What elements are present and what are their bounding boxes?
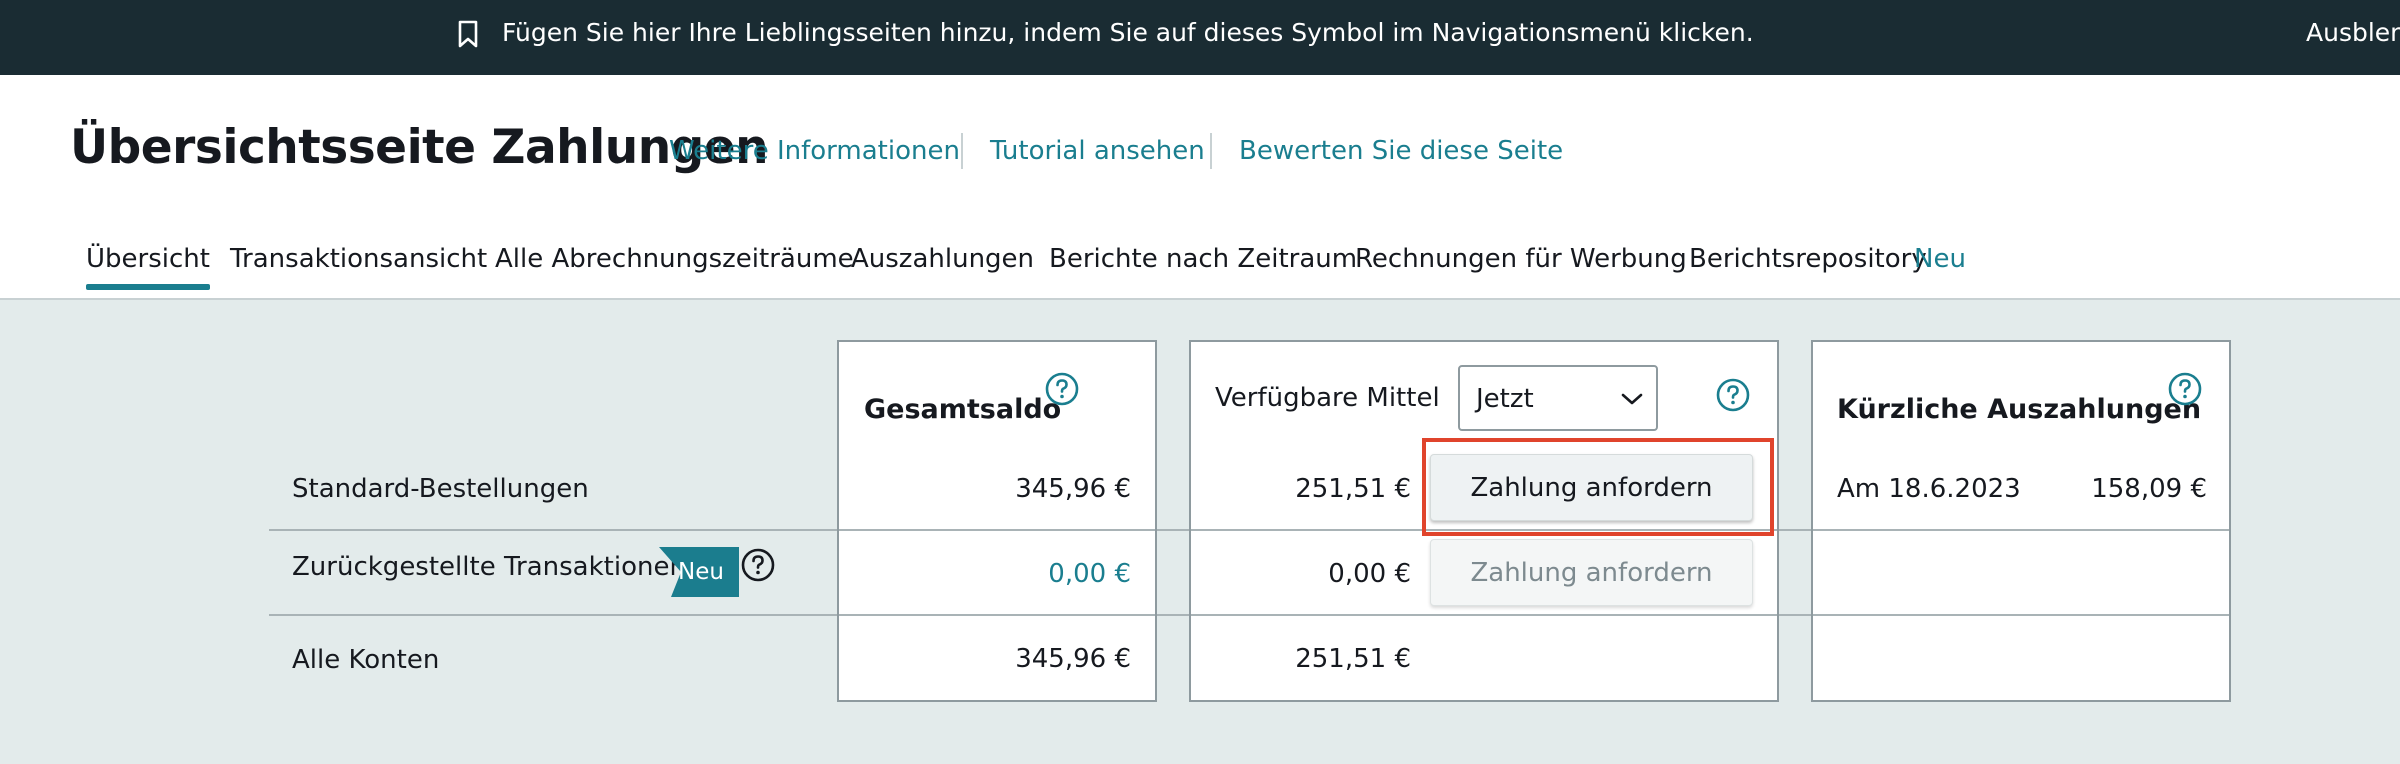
recent-payouts-card: Kürzliche Auszahlungen Am 18.6.2023 158,…	[1811, 340, 2231, 702]
tab-reports-by-period[interactable]: Berichte nach Zeitraum	[1049, 241, 1357, 277]
tab-report-repository[interactable]: Berichtsrepository	[1689, 241, 1927, 277]
help-icon[interactable]	[1045, 372, 1079, 406]
payments-summary: Standard-Bestellungen Zurückgestellte Tr…	[0, 300, 2400, 764]
help-icon[interactable]	[1716, 378, 1750, 412]
funds-period-select[interactable]: Jetzt	[1458, 365, 1658, 431]
tutorial-link[interactable]: Tutorial ansehen	[990, 133, 1205, 169]
favorites-banner: Fügen Sie hier Ihre Lieblingsseiten hinz…	[0, 0, 2400, 75]
link-divider	[1210, 133, 1212, 169]
total-balance-all: 345,96 €	[1015, 644, 1131, 674]
tab-advertising-invoices[interactable]: Rechnungen für Werbung	[1355, 241, 1687, 277]
rate-page-link[interactable]: Bewerten Sie diese Seite	[1239, 133, 1563, 169]
recent-payout-date: Am 18.6.2023	[1837, 474, 2021, 504]
page-header: Übersichtsseite Zahlungen Weitere Inform…	[0, 75, 2400, 300]
tab-settlement-periods[interactable]: Alle Abrechnungszeiträume	[495, 241, 854, 277]
more-info-link[interactable]: Weitere Informationen	[669, 133, 960, 169]
available-funds-standard: 251,51 €	[1295, 474, 1411, 504]
total-balance-card: Gesamtsaldo 345,96 € 0,00 € 345,96 €	[837, 340, 1157, 702]
row-label-deferred: Zurückgestellte Transaktionen	[292, 552, 686, 582]
card-divider	[1191, 614, 1777, 616]
bookmark-icon	[458, 20, 478, 48]
total-balance-title: Gesamtsaldo	[864, 394, 1062, 425]
help-icon[interactable]	[2168, 372, 2202, 406]
request-payment-button-disabled: Zahlung anfordern	[1430, 539, 1753, 606]
total-balance-deferred[interactable]: 0,00 €	[1048, 556, 1131, 592]
available-funds-title: Verfügbare Mittel	[1215, 383, 1440, 413]
card-divider	[839, 614, 1155, 616]
chevron-down-icon	[1621, 393, 1643, 405]
help-icon[interactable]	[741, 548, 775, 582]
row-label-all-accounts: Alle Konten	[292, 645, 440, 675]
tab-overview[interactable]: Übersicht	[86, 241, 210, 290]
row-label-standard: Standard-Bestellungen	[292, 474, 589, 504]
select-value: Jetzt	[1476, 384, 1534, 414]
available-funds-all: 251,51 €	[1295, 644, 1411, 674]
recent-payouts-title: Kürzliche Auszahlungen	[1837, 394, 2202, 425]
new-badge: Neu	[1914, 244, 1966, 274]
card-divider	[839, 529, 1155, 531]
tab-payouts[interactable]: Auszahlungen	[851, 241, 1034, 277]
card-divider	[1813, 614, 2229, 616]
tab-transactions[interactable]: Transaktionsansicht	[230, 241, 487, 277]
new-badge: Neu	[678, 559, 724, 585]
available-funds-deferred: 0,00 €	[1328, 559, 1411, 589]
page-title: Übersichtsseite Zahlungen	[70, 120, 769, 175]
hide-banner-link[interactable]: Ausblen	[2306, 16, 2400, 50]
total-balance-standard: 345,96 €	[1015, 474, 1131, 504]
recent-payout-amount: 158,09 €	[2091, 474, 2207, 504]
banner-message: Fügen Sie hier Ihre Lieblingsseiten hinz…	[502, 18, 1754, 47]
highlight-box	[1422, 438, 1774, 536]
card-divider	[1813, 529, 2229, 531]
link-divider	[961, 133, 963, 169]
